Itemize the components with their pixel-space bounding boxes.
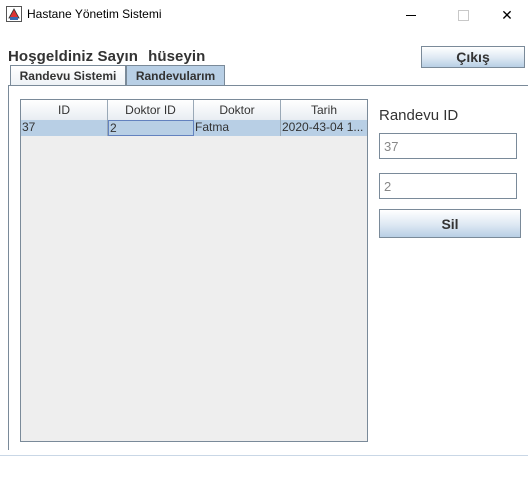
greeting-label: Hoşgeldiniz Sayın (8, 48, 139, 65)
title-bar: Hastane Yönetim Sistemi ✕ (0, 0, 528, 30)
minimize-icon (406, 14, 416, 16)
column-header-id[interactable]: ID (21, 100, 108, 120)
cell-doctor-id[interactable]: 2 (108, 120, 194, 136)
doctor-id-field[interactable] (379, 173, 517, 199)
table-row[interactable]: 37 2 Fatma 2020-43-04 1... (21, 120, 367, 136)
close-button[interactable]: ✕ (484, 0, 528, 30)
logout-button[interactable]: Çıkış (421, 46, 525, 68)
minimize-button[interactable] (388, 0, 434, 30)
appointment-id-label: Randevu ID (379, 107, 459, 124)
window-title: Hastane Yönetim Sistemi (27, 7, 162, 21)
cell-id[interactable]: 37 (21, 120, 108, 136)
column-header-doctor-id[interactable]: Doktor ID (108, 100, 194, 120)
appointment-id-field[interactable] (379, 133, 517, 159)
maximize-icon (457, 9, 469, 21)
panel-divider (0, 455, 528, 456)
appointments-table[interactable]: ID Doktor ID Doktor Tarih 37 2 Fatma 202… (20, 99, 368, 442)
column-header-date[interactable]: Tarih (281, 100, 367, 120)
tab-randevularim[interactable]: Randevularım (126, 65, 225, 86)
cell-doctor[interactable]: Fatma (194, 120, 281, 136)
maximize-button[interactable] (440, 0, 486, 30)
tab-randevu-sistemi[interactable]: Randevu Sistemi (10, 65, 126, 85)
delete-button[interactable]: Sil (379, 209, 521, 238)
column-header-doctor[interactable]: Doktor (194, 100, 281, 120)
close-icon: ✕ (501, 6, 513, 23)
table-header: ID Doktor ID Doktor Tarih (21, 100, 367, 121)
welcome-text: Hoşgeldiniz Sayın hüseyin (8, 48, 205, 65)
java-cup-icon (6, 6, 22, 22)
user-name: hüseyin (148, 48, 206, 65)
cell-date[interactable]: 2020-43-04 1... (281, 120, 367, 136)
